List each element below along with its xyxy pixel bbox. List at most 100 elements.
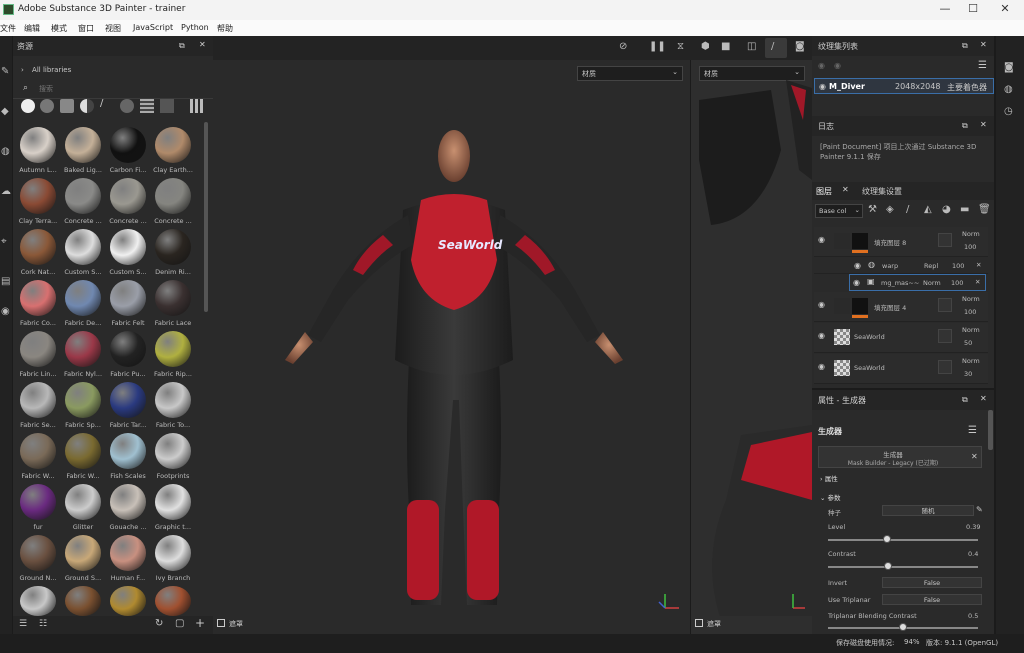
material-thumbnail[interactable] (65, 433, 101, 469)
visibility-icon[interactable]: ◉ (818, 61, 825, 70)
display-settings-icon[interactable]: ◍ (1004, 84, 1013, 95)
breadcrumb[interactable]: › All libraries (21, 66, 71, 74)
blend-mode[interactable]: Norm (962, 357, 980, 365)
eye-icon[interactable]: ◉ (818, 235, 825, 244)
add-effect-icon[interactable]: ⚒ (868, 204, 877, 215)
material-thumbnail[interactable] (65, 280, 101, 316)
eye-icon[interactable]: ◉ (854, 261, 861, 270)
material-thumbnail[interactable] (20, 127, 56, 163)
history-icon[interactable]: ◷ (1004, 106, 1013, 117)
material-thumbnail[interactable] (65, 382, 101, 418)
effect-row-mask[interactable]: ◉ ▣ mg_mas~~ Norm 100 ✕ (849, 274, 986, 291)
projection-tool-icon[interactable]: ◍ (1, 146, 10, 157)
eraser-tool-icon[interactable]: ◆ (1, 106, 9, 117)
smudge-tool-icon[interactable]: ☁ (1, 186, 11, 197)
eye-icon[interactable]: ◉ (834, 61, 841, 70)
picker-tool-icon[interactable]: ⌖ (1, 236, 7, 247)
add-fill-layer-icon[interactable]: ◭ (924, 204, 932, 215)
assets-scrollbar[interactable] (204, 122, 208, 312)
import-icon[interactable]: ▢ (175, 618, 184, 629)
filter-smart-materials-icon[interactable] (40, 99, 54, 113)
material-thumbnail[interactable] (65, 535, 101, 571)
blend-mode[interactable]: Norm (962, 230, 980, 238)
material-thumbnail[interactable] (20, 178, 56, 214)
material-thumbnail[interactable] (65, 178, 101, 214)
material-thumbnail[interactable] (110, 484, 146, 520)
pause-icon[interactable]: ❚❚ (649, 41, 666, 52)
float-icon[interactable]: ⧉ (179, 41, 185, 51)
float-icon[interactable]: ⧉ (962, 121, 968, 131)
opacity-value[interactable]: 100 (952, 262, 964, 270)
material-thumbnail[interactable] (110, 229, 146, 265)
list-settings-icon[interactable]: ☰ (19, 619, 27, 629)
layer-row-seaworld-2[interactable]: ◉ SeaWorld Norm 30 (814, 354, 988, 384)
screenshot-icon[interactable]: ◙ (795, 41, 805, 52)
close-icon[interactable]: ✕ (980, 394, 987, 403)
mask-toggle-checkbox-2d[interactable] (695, 619, 703, 627)
menu-python[interactable]: Python (181, 23, 209, 32)
material-thumbnail[interactable] (20, 535, 56, 571)
opacity-value[interactable]: 30 (964, 370, 972, 378)
tab-texture-set-settings[interactable]: 纹理集设置 (862, 186, 902, 197)
menu-edit[interactable]: 编辑 (24, 23, 40, 34)
float-icon[interactable]: ⧉ (962, 395, 968, 405)
triplanar-toggle[interactable]: False (882, 594, 982, 605)
blend-mode[interactable]: Repl (924, 262, 938, 270)
blending-slider-knob[interactable] (899, 623, 907, 631)
opacity-value[interactable]: 100 (964, 308, 976, 316)
camera-settings-icon[interactable]: ◙ (1004, 62, 1014, 73)
eye-icon[interactable]: ◉ (818, 300, 825, 309)
effect-row-warp[interactable]: ◉ ◍ warp Repl 100 ✕ (814, 257, 988, 274)
delete-icon[interactable]: 🗑 (978, 204, 991, 215)
blend-mode[interactable]: Norm (962, 326, 980, 334)
material-thumbnail[interactable] (20, 433, 56, 469)
split-view-icon[interactable]: ◫ (747, 41, 756, 52)
material-thumbnail[interactable] (20, 586, 56, 616)
paint-tool-icon[interactable]: ✎ (1, 66, 9, 77)
menu-javascript[interactable]: JavaScript (133, 23, 173, 32)
add-paint-layer-icon[interactable]: / (906, 204, 909, 215)
display-icon[interactable]: ⬢ (701, 41, 710, 52)
list-options-icon[interactable]: ☷ (39, 619, 47, 629)
blend-mode[interactable]: Norm (923, 279, 941, 287)
minimize-button[interactable]: — (930, 2, 960, 18)
material-thumbnail[interactable] (110, 280, 146, 316)
add-icon[interactable]: + (195, 616, 205, 630)
material-thumbnail[interactable] (110, 127, 146, 163)
material-thumbnail[interactable] (110, 433, 146, 469)
material-thumbnail[interactable] (110, 586, 146, 616)
close-icon[interactable]: ✕ (980, 40, 987, 49)
close-icon[interactable]: ✕ (980, 120, 987, 129)
remove-icon[interactable]: ✕ (971, 452, 978, 461)
material-thumbnail[interactable] (110, 331, 146, 367)
invert-toggle[interactable]: False (882, 577, 982, 588)
properties-scrollbar[interactable] (988, 410, 993, 450)
filter-particles-icon[interactable] (120, 99, 134, 113)
material-thumbnail[interactable] (155, 229, 191, 265)
contrast-slider-knob[interactable] (884, 562, 892, 570)
texture-set-row[interactable]: ◉ M_Diver 2048x2048 主要着色器 (814, 78, 994, 94)
material-thumbnail[interactable] (155, 178, 191, 214)
material-thumbnail[interactable] (155, 586, 191, 616)
material-thumbnail[interactable] (110, 178, 146, 214)
material-thumbnail[interactable] (65, 229, 101, 265)
refresh-icon[interactable]: ↻ (155, 618, 163, 629)
eye-icon[interactable]: ◉ (819, 82, 826, 91)
remove-icon[interactable]: ✕ (976, 261, 981, 269)
viewport-2d[interactable]: 材质 ⌄ (691, 60, 812, 634)
opacity-value[interactable]: 50 (964, 339, 972, 347)
material-thumbnail[interactable] (155, 484, 191, 520)
filter-textures-icon[interactable] (140, 99, 154, 113)
material-thumbnail[interactable] (20, 382, 56, 418)
tab-layers[interactable]: 图层 (816, 186, 832, 197)
layer-row-fill-4[interactable]: ◉ 填充图层 4 Norm 100 (814, 292, 988, 322)
material-thumbnail[interactable] (20, 229, 56, 265)
maximize-button[interactable]: ☐ (958, 2, 988, 18)
eye-icon[interactable]: ◉ (818, 362, 825, 371)
hide-icon[interactable]: ⊘ (619, 41, 627, 52)
layer-row-fill-8[interactable]: ◉ 填充图层 8 Norm 100 (814, 227, 988, 257)
grid-view-icon[interactable] (190, 99, 204, 113)
close-button[interactable]: ✕ (990, 2, 1020, 18)
material-thumbnail[interactable] (155, 280, 191, 316)
material-thumbnail[interactable] (20, 484, 56, 520)
